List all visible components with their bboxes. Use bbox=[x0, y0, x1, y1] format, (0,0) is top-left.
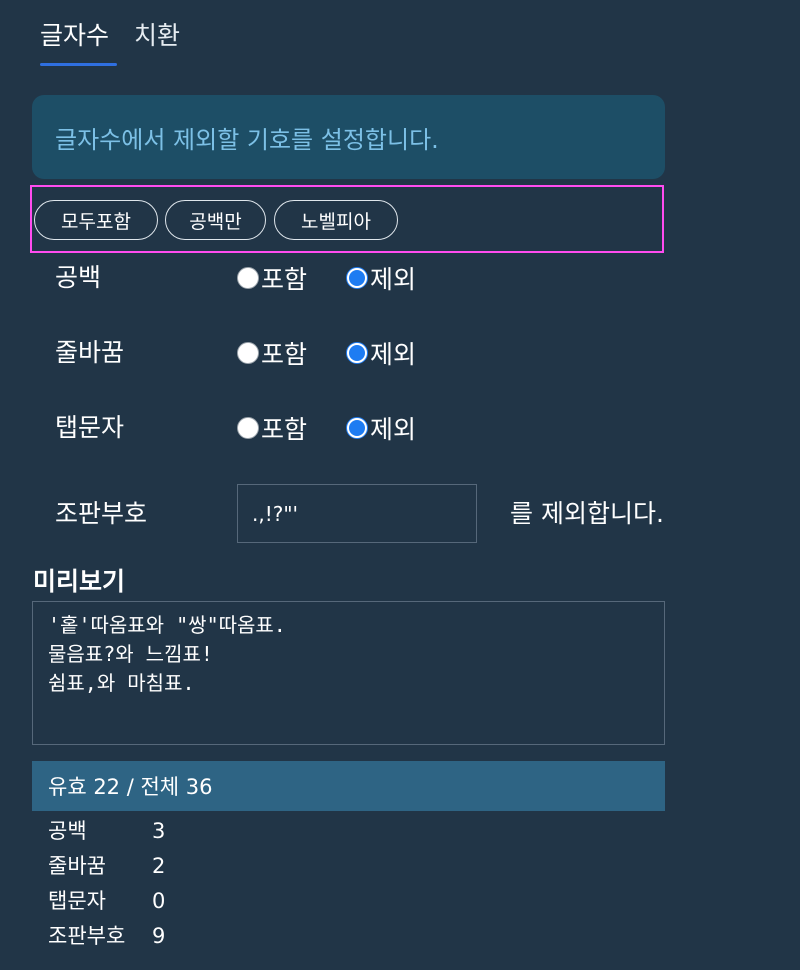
option-row-space: 공백 포함 제외 bbox=[0, 258, 800, 298]
radio-unchecked-icon bbox=[237, 417, 259, 439]
option-label-space: 공백 bbox=[55, 263, 102, 292]
preset-include-all-button[interactable]: 모두포함 bbox=[34, 200, 158, 240]
newline-include-radio[interactable]: 포함 bbox=[237, 333, 307, 373]
preset-novelpia-button[interactable]: 노벨피아 bbox=[274, 200, 398, 240]
tab-replace[interactable]: 치환 bbox=[134, 18, 180, 54]
radio-label: 제외 bbox=[370, 340, 417, 369]
space-exclude-radio[interactable]: 제외 bbox=[346, 258, 416, 298]
option-row-newline: 줄바꿈 포함 제외 bbox=[0, 333, 800, 373]
option-label-tab: 탭문자 bbox=[55, 413, 125, 442]
space-include-radio[interactable]: 포함 bbox=[237, 258, 307, 298]
radio-checked-icon bbox=[346, 417, 368, 439]
stat-label: 줄바꿈 bbox=[48, 854, 106, 878]
active-tab-indicator bbox=[40, 63, 117, 66]
stats-summary: 유효 22 / 전체 36 bbox=[32, 761, 665, 811]
radio-label: 제외 bbox=[370, 265, 417, 294]
info-banner-text: 글자수에서 제외할 기호를 설정합니다. bbox=[55, 125, 439, 154]
stat-label: 탭문자 bbox=[48, 889, 106, 913]
radio-checked-icon bbox=[346, 342, 368, 364]
option-row-tab: 탭문자 포함 제외 bbox=[0, 408, 800, 448]
newline-exclude-radio[interactable]: 제외 bbox=[346, 333, 416, 373]
radio-unchecked-icon bbox=[237, 267, 259, 289]
stat-label: 공백 bbox=[48, 819, 87, 843]
preview-textbox[interactable]: '홑'따옴표와 "쌍"따옴표. 물음표?와 느낌표! 쉼표,와 마침표. bbox=[32, 601, 665, 745]
radio-unchecked-icon bbox=[237, 342, 259, 364]
stat-label: 조판부호 bbox=[48, 924, 126, 948]
radio-label: 포함 bbox=[261, 415, 308, 444]
preview-title: 미리보기 bbox=[33, 567, 126, 596]
stat-value: 9 bbox=[152, 924, 166, 948]
tab-include-radio[interactable]: 포함 bbox=[237, 408, 307, 448]
punctuation-label: 조판부호 bbox=[55, 499, 148, 528]
option-label-newline: 줄바꿈 bbox=[55, 338, 125, 367]
radio-label: 제외 bbox=[370, 415, 417, 444]
tab-char-count[interactable]: 글자수 bbox=[40, 18, 109, 54]
preset-group: 모두포함 공백만 노벨피아 bbox=[30, 185, 664, 253]
tab-exclude-radio[interactable]: 제외 bbox=[346, 408, 416, 448]
punctuation-input[interactable] bbox=[237, 484, 477, 543]
preset-space-only-button[interactable]: 공백만 bbox=[165, 200, 266, 240]
page: 글자수 치환 글자수에서 제외할 기호를 설정합니다. 모두포함 공백만 노벨피… bbox=[0, 0, 800, 970]
stat-value: 2 bbox=[152, 854, 166, 878]
punctuation-suffix: 를 제외합니다. bbox=[510, 499, 664, 528]
stat-value: 0 bbox=[152, 889, 166, 913]
radio-label: 포함 bbox=[261, 265, 308, 294]
info-banner: 글자수에서 제외할 기호를 설정합니다. bbox=[32, 95, 665, 179]
radio-label: 포함 bbox=[261, 340, 308, 369]
radio-checked-icon bbox=[346, 267, 368, 289]
stat-value: 3 bbox=[152, 819, 166, 843]
